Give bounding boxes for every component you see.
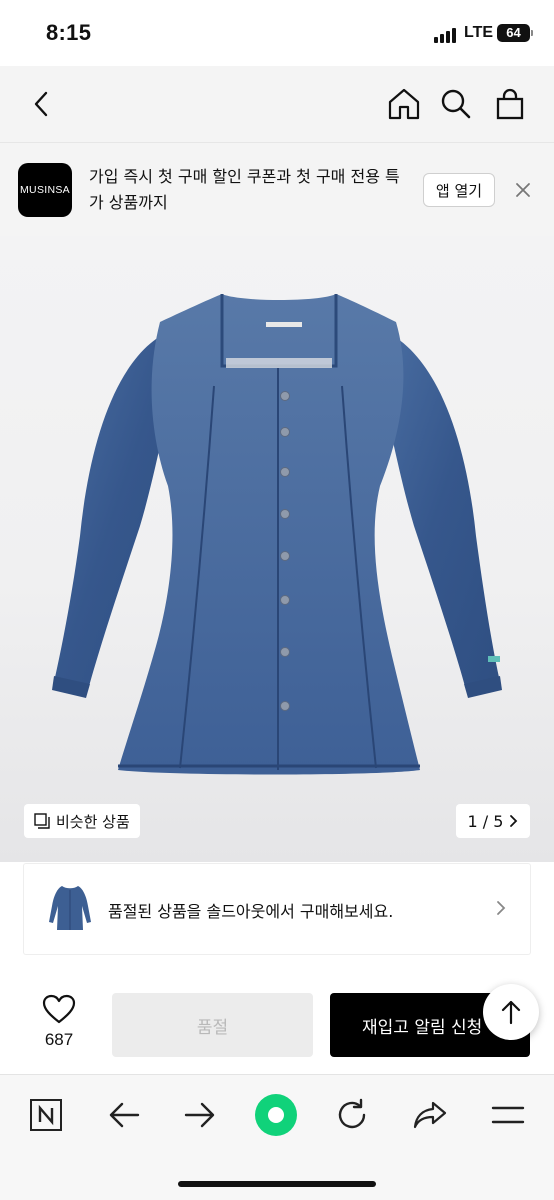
similar-products-button[interactable]: 비슷한 상품 [24, 804, 140, 838]
status-time: 8:15 [46, 20, 92, 45]
menu-icon [491, 1106, 525, 1124]
network-label: LTE [464, 24, 494, 41]
scroll-to-top-button[interactable] [483, 984, 539, 1040]
back-button[interactable] [22, 84, 62, 124]
chevron-left-icon [34, 91, 48, 117]
soldout-notice-text: 품절된 상품을 솔드아웃에서 구매해보세요. [108, 902, 394, 921]
similar-products-label: 비슷한 상품 [56, 812, 130, 831]
back-arrow-icon [109, 1102, 140, 1128]
share-icon [413, 1101, 447, 1129]
search-icon [441, 89, 471, 119]
image-pager[interactable]: 1 / 5 [456, 804, 530, 838]
search-button[interactable] [436, 84, 476, 124]
banner-message: 가입 즉시 첫 구매 할인 쿠폰과 첫 구매 전용 특가 상품까지 [89, 167, 400, 212]
app-banner: MUSINSA 가입 즉시 첫 구매 할인 쿠폰과 첫 구매 전용 특가 상품까… [0, 142, 554, 236]
cart-button[interactable] [490, 84, 530, 124]
green-dot-button[interactable] [254, 1093, 298, 1137]
close-icon[interactable] [512, 179, 534, 201]
menu-button[interactable] [486, 1093, 530, 1137]
signal-icon [434, 27, 460, 43]
pager-text: 1 / 5 [467, 811, 504, 831]
shopping-bag-icon [496, 88, 524, 120]
battery-icon: 64 [497, 24, 530, 42]
refresh-icon [338, 1098, 366, 1129]
status-bar: 8:15 LTE 64 [0, 0, 554, 66]
browser-back-button[interactable] [102, 1093, 146, 1137]
like-count: 687 [44, 1030, 74, 1049]
product-image[interactable] [0, 236, 554, 862]
share-button[interactable] [408, 1093, 452, 1137]
home-indicator [178, 1181, 376, 1187]
forward-arrow-icon [184, 1102, 215, 1128]
denim-dress-image [52, 294, 502, 775]
arrow-up-icon [501, 1000, 521, 1025]
purchase-bar: 687 품절 재입고 알림 신청 [0, 974, 554, 1074]
soldout-notice-card[interactable]: 품절된 상품을 솔드아웃에서 구매해보세요. [24, 864, 530, 954]
chevron-right-icon [510, 815, 518, 827]
home-icon [388, 88, 420, 120]
refresh-button[interactable] [330, 1093, 374, 1137]
musinsa-logo: MUSINSA [18, 163, 72, 217]
soldout-button: 품절 [112, 993, 313, 1057]
green-dot-icon [255, 1094, 297, 1136]
chevron-right-icon [497, 901, 506, 915]
naver-n-icon [30, 1099, 62, 1131]
naver-home-button[interactable] [24, 1093, 68, 1137]
similar-items-icon [34, 813, 50, 829]
top-navigation [0, 66, 554, 142]
home-button[interactable] [384, 84, 424, 124]
battery-tip [531, 30, 533, 36]
browser-forward-button[interactable] [178, 1093, 222, 1137]
open-app-button[interactable]: 앱 열기 [423, 173, 495, 207]
heart-icon [42, 994, 76, 1024]
like-button[interactable]: 687 [36, 994, 82, 1050]
product-thumbnail [49, 886, 91, 930]
